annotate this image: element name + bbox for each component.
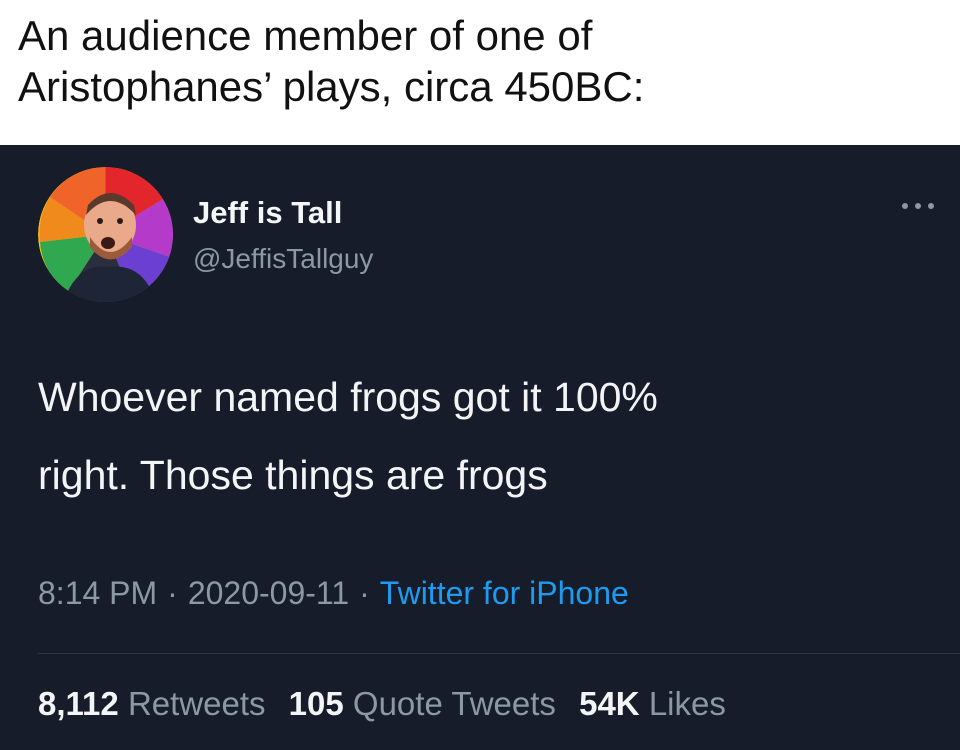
user-handle[interactable]: @JeffisTallguy (193, 243, 373, 275)
ellipsis-icon[interactable] (898, 195, 938, 215)
quote-tweets-stat[interactable]: 105 Quote Tweets (289, 685, 556, 722)
likes-label: Likes (648, 685, 726, 722)
tweet-date[interactable]: 2020-09-11 (188, 575, 349, 611)
tweet-text-line-1: Whoever named frogs got it 100% (38, 374, 658, 420)
divider (38, 653, 960, 654)
likes-stat[interactable]: 54K Likes (579, 685, 726, 722)
retweets-stat[interactable]: 8,112 Retweets (38, 685, 266, 722)
tweet-text: Whoever named frogs got it 100% right. T… (38, 358, 898, 514)
quote-tweets-count: 105 (288, 685, 344, 722)
retweets-count: 8,112 (38, 685, 119, 722)
likes-count: 54K (579, 685, 640, 722)
tweet-source-link[interactable]: Twitter for iPhone (380, 575, 629, 611)
avatar[interactable] (38, 167, 173, 302)
tweet-stats: 8,112 Retweets 105 Quote Tweets 54K Like… (38, 685, 740, 723)
separator-dot: · (359, 575, 370, 611)
quote-tweets-label: Quote Tweets (352, 685, 556, 722)
separator-dot: · (167, 575, 178, 611)
caption-line-1: An audience member of one of (18, 12, 593, 59)
display-name[interactable]: Jeff is Tall (193, 195, 342, 231)
retweets-label: Retweets (127, 685, 266, 722)
meme-caption: An audience member of one of Aristophane… (0, 0, 960, 145)
tweet-text-line-2: right. Those things are frogs (38, 452, 548, 498)
tweet-card: Jeff is Tall @JeffisTallguy Whoever name… (0, 145, 960, 750)
avatar-image (38, 167, 173, 302)
tweet-time[interactable]: 8:14 PM (38, 575, 157, 611)
caption-line-2: Aristophanes’ plays, circa 450BC: (18, 63, 645, 110)
tweet-metadata: 8:14 PM · 2020-09-11 · Twitter for iPhone (38, 575, 629, 612)
